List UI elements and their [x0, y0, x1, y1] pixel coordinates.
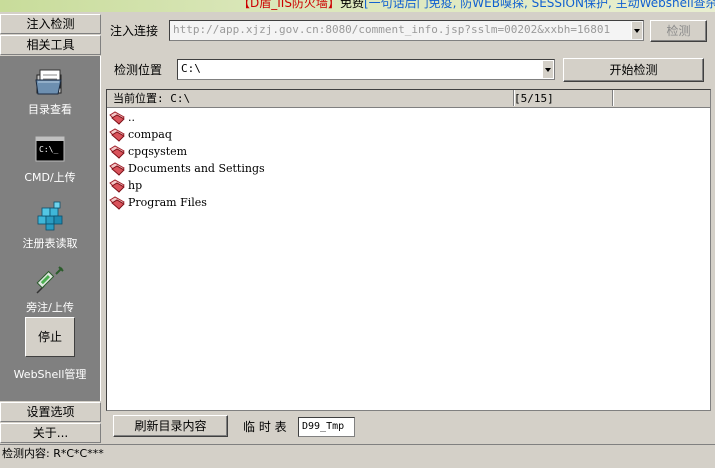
status-bar: 检测内容: R*C*C***: [0, 444, 715, 468]
list-item-label: Program Files: [128, 196, 207, 209]
nav-related-tools[interactable]: 相关工具: [0, 35, 101, 55]
chevron-down-icon[interactable]: [542, 61, 553, 78]
listview-header: 当前位置: C:\ [5/15]: [107, 90, 710, 108]
stop-button[interactable]: 停止: [25, 317, 75, 357]
tool-label: 目录查看: [28, 103, 72, 116]
tool-label: WebShell管理: [13, 368, 87, 381]
nav-about[interactable]: 关于...: [0, 423, 101, 443]
column-current-path[interactable]: 当前位置: C:\: [107, 90, 514, 106]
list-item[interactable]: Program Files: [109, 194, 207, 211]
nav-inject-detect[interactable]: 注入检测: [0, 14, 101, 34]
folder-icon: [35, 69, 62, 95]
list-item[interactable]: cpqsystem: [109, 143, 187, 160]
tool-label: 注册表读取: [22, 237, 78, 250]
folder-icon: [109, 179, 125, 193]
tool-side-inject-upload[interactable]: 旁注/上传: [0, 264, 100, 315]
registry-icon: [37, 201, 63, 231]
folder-icon: [109, 162, 125, 176]
svg-text:C:\_: C:\_: [39, 145, 58, 154]
column-count[interactable]: [5/15]: [508, 90, 613, 106]
refresh-directory-button[interactable]: 刷新目录内容: [113, 415, 228, 437]
list-item-label: cpqsystem: [128, 145, 188, 158]
folder-icon: [109, 196, 125, 210]
syringe-icon: [36, 266, 64, 294]
banner-free: 免费: [339, 0, 364, 10]
list-item[interactable]: ..: [109, 109, 135, 126]
list-item-label: Documents and Settings: [128, 162, 265, 175]
start-detect-button[interactable]: 开始检测: [563, 58, 704, 82]
tool-directory-view[interactable]: 目录查看: [0, 66, 100, 117]
list-item[interactable]: hp: [109, 177, 142, 194]
list-item-label: ..: [128, 111, 135, 124]
banner-brand: 【D盾_IIS防火墙】: [238, 0, 340, 10]
inject-url-value: http://app.xjzj.gov.cn:8080/comment_info…: [173, 23, 611, 36]
tool-webshell-manage[interactable]: WebShell管理: [0, 366, 100, 382]
tool-cmd-upload[interactable]: C:\_ CMD/上传: [0, 134, 100, 185]
temp-table-input[interactable]: D99_Tmp: [298, 417, 355, 437]
list-item-label: hp: [128, 179, 143, 192]
tool-label: 旁注/上传: [26, 301, 74, 314]
cmd-icon: C:\_: [35, 136, 65, 162]
tool-registry-read[interactable]: 注册表读取: [0, 200, 100, 251]
tool-label: CMD/上传: [24, 171, 76, 184]
directory-listview[interactable]: 当前位置: C:\ [5/15] .. compaq cpqsystem Docume…: [106, 89, 711, 411]
detect-location-label: 检测位置: [114, 63, 163, 77]
folder-icon: [109, 145, 125, 159]
nav-settings[interactable]: 设置选项: [0, 402, 101, 422]
banner-features: [一句话后门免疫, 防WEB嗅探, SESSION保护, 主动Webshell查…: [363, 0, 715, 10]
temp-table-label: 临 时 表: [243, 420, 287, 434]
chevron-down-icon[interactable]: [631, 22, 642, 39]
folder-icon: [109, 128, 125, 142]
folder-icon: [109, 111, 125, 125]
list-item-label: compaq: [128, 128, 172, 141]
list-item[interactable]: Documents and Settings: [109, 160, 265, 177]
list-item[interactable]: compaq: [109, 126, 172, 143]
status-text: 检测内容: R*C*C***: [2, 447, 104, 460]
detect-button[interactable]: 检测: [650, 20, 707, 42]
top-banner: 【D盾_IIS防火墙】免费[一句话后门免疫, 防WEB嗅探, SESSION保护…: [0, 0, 715, 12]
column-empty[interactable]: [607, 90, 715, 106]
inject-url-field[interactable]: http://app.xjzj.gov.cn:8080/comment_info…: [169, 20, 644, 41]
inject-url-label: 注入连接: [110, 24, 159, 38]
detect-location-select[interactable]: C:\: [177, 59, 555, 80]
detect-location-value: C:\: [181, 62, 201, 75]
banner-text: 【D盾_IIS防火墙】免费[一句话后门免疫, 防WEB嗅探, SESSION保护…: [238, 0, 715, 10]
